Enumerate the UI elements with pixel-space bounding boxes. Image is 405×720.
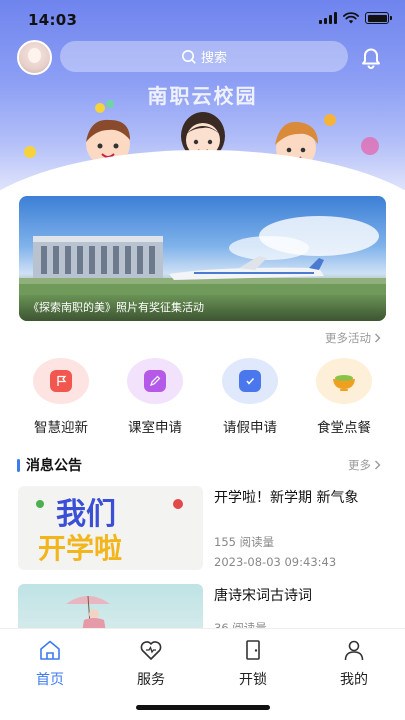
shortcut-icon-bg [222,358,278,404]
tab-label: 我的 [340,672,368,688]
news-thumbnail [18,584,203,628]
shortcut-smart-welcome[interactable]: 智慧迎新 [21,358,101,436]
tab-profile[interactable]: 我的 [319,639,389,689]
heart-service-icon [140,641,162,660]
shortcut-label: 智慧迎新 [34,420,88,436]
tab-home[interactable]: 首页 [15,639,85,689]
search-placeholder: 搜索 [200,51,227,66]
shortcut-icon-bg [316,358,372,404]
news-item[interactable]: 唐诗宋词古诗词 36 阅读量 [18,584,388,628]
more-announcements-link[interactable]: 更多 [348,457,381,473]
shortcut-icon-bg [33,358,89,404]
banner-caption: 《探索南职的美》照片有奖征集活动 [19,295,386,321]
chevron-right-icon [375,333,381,343]
shortcut-label: 请假申请 [223,420,277,436]
news-title: 开学啦！新学期 新气象 [214,490,359,506]
door-icon [246,640,260,660]
news-read-count: 36 阅读量 [214,621,267,628]
tab-label: 开锁 [239,672,267,688]
calendar-check-icon [239,370,261,392]
more-announcements-label: 更多 [348,458,371,472]
section-accent-bar [17,458,20,472]
bowl-icon [333,375,355,391]
avatar[interactable] [17,40,52,75]
tab-services[interactable]: 服务 [116,639,186,689]
hero-header: 14:03 搜索 南职云校园 [0,0,405,190]
user-icon [344,640,364,661]
announcements-title: 消息公告 [26,458,82,474]
flag-icon [50,370,72,392]
news-thumb-text-2: 开学啦 [38,532,122,565]
tab-label: 首页 [36,672,64,688]
announcements-heading: 消息公告 [17,455,82,475]
news-thumbnail: 我们 开学啦 [18,486,203,570]
wifi-icon [343,12,359,24]
shortcut-grid: 智慧迎新 课室申请 请假申请 食堂点餐 [0,358,405,438]
shortcut-classroom-request[interactable]: 课室申请 [115,358,195,436]
tab-unlock[interactable]: 开锁 [218,639,288,689]
more-activities-link[interactable]: 更多活动 [325,330,381,346]
news-read-count: 155 阅读量 [214,535,275,549]
shortcut-canteen-order[interactable]: 食堂点餐 [304,358,384,436]
search-bar[interactable]: 搜索 [60,41,348,72]
cellular-signal-icon [319,12,337,24]
activity-banner[interactable]: 《探索南职的美》照片有奖征集活动 [19,196,386,321]
status-icons [319,12,392,24]
shortcut-label: 食堂点餐 [317,420,371,436]
news-item[interactable]: 我们 开学啦 开学啦！新学期 新气象 155 阅读量 2023-08-03 09… [18,486,388,574]
bell-icon[interactable] [357,43,385,71]
news-title: 唐诗宋词古诗词 [214,588,312,604]
shortcut-label: 课室申请 [128,420,182,436]
shortcut-icon-bg [127,358,183,404]
news-thumb-text-1: 我们 [56,497,116,532]
chevron-right-icon [375,460,381,470]
tab-label: 服务 [137,672,165,688]
edit-icon [144,370,166,392]
home-indicator[interactable] [136,705,270,710]
shortcut-leave-request[interactable]: 请假申请 [210,358,290,436]
home-icon [40,640,60,660]
more-activities-label: 更多活动 [325,331,371,345]
battery-icon [365,12,392,24]
status-bar: 14:03 [0,0,405,38]
status-time: 14:03 [28,11,78,29]
news-date: 2023-08-03 09:43:43 [214,555,337,569]
search-icon [181,50,196,64]
